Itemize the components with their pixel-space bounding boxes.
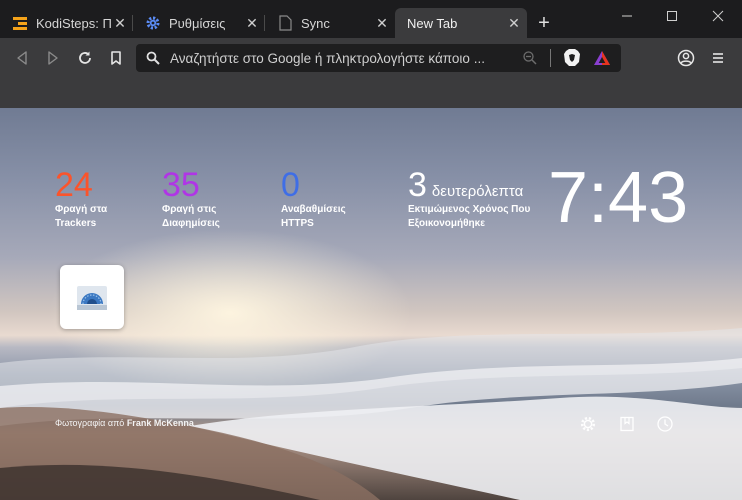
- close-window-icon[interactable]: [703, 6, 733, 26]
- tab-title: KodiSteps: Πώ: [36, 15, 111, 31]
- search-icon: [146, 51, 160, 65]
- trackers-label-line1: Φραγή στα: [55, 204, 108, 215]
- tab-title: Ρυθμίσεις: [169, 15, 226, 31]
- photo-credit-author: Frank McKenna: [126, 418, 194, 428]
- bookmarks-bar: [0, 78, 742, 108]
- reload-button[interactable]: [75, 48, 95, 68]
- ads-label-line2: Διαφημίσεις: [162, 218, 220, 229]
- time-saved-unit: δευτερόλεπτα: [431, 183, 524, 200]
- tab-kodisteps[interactable]: KodiSteps: Πώ ✕: [0, 8, 133, 38]
- browser-window: KodiSteps: Πώ ✕ Ρυθμίσεις ✕ Sync ✕ New T…: [0, 0, 742, 500]
- bookmarks-icon[interactable]: [617, 414, 637, 434]
- close-tab-icon[interactable]: ✕: [505, 14, 523, 32]
- brave-shields-icon[interactable]: [563, 48, 581, 68]
- ads-count: 35: [162, 166, 200, 204]
- https-label-line1: Αναβαθμίσεις: [281, 204, 346, 215]
- kodisteps-logo-icon: [12, 15, 28, 31]
- time-saved-label-line1: Εκτιμώμενος Χρόνος Που: [408, 204, 531, 215]
- trackers-blocked-stat: 24 Φραγή στα Trackers: [55, 168, 107, 230]
- settings-gear-icon: [145, 15, 161, 31]
- close-tab-icon[interactable]: ✕: [373, 14, 391, 32]
- time-saved-value: 3: [408, 166, 427, 204]
- trackers-label-line2: Trackers: [55, 218, 97, 229]
- minimize-icon[interactable]: [612, 6, 642, 26]
- settings-gear-icon[interactable]: [578, 414, 598, 434]
- tab-new-tab[interactable]: New Tab ✕: [395, 8, 527, 38]
- document-icon: [277, 15, 293, 31]
- tab-title: New Tab: [407, 15, 458, 31]
- clock: 7:43: [548, 158, 689, 238]
- address-bar[interactable]: [136, 44, 621, 72]
- https-label-line2: HTTPS: [281, 218, 314, 229]
- toolbar: [0, 38, 742, 78]
- https-count: 0: [281, 166, 300, 204]
- divider: [550, 49, 551, 67]
- ads-blocked-stat: 35 Φραγή στις Διαφημίσεις: [162, 168, 220, 230]
- search-input[interactable]: [170, 50, 516, 66]
- profile-icon[interactable]: [676, 48, 696, 68]
- tab-settings[interactable]: Ρυθμίσεις ✕: [133, 8, 265, 38]
- forward-button[interactable]: [43, 48, 63, 68]
- maximize-icon[interactable]: [657, 6, 687, 26]
- photo-credit-prefix: Φωτογραφία από: [55, 418, 125, 428]
- close-tab-icon[interactable]: ✕: [111, 14, 129, 32]
- menu-icon[interactable]: [708, 48, 728, 68]
- close-tab-icon[interactable]: ✕: [243, 14, 261, 32]
- new-tab-button[interactable]: +: [533, 12, 555, 34]
- tab-title: Sync: [301, 15, 330, 31]
- tab-strip: KodiSteps: Πώ ✕ Ρυθμίσεις ✕ Sync ✕ New T…: [0, 0, 742, 38]
- trackers-count: 24: [55, 166, 93, 204]
- time-saved-label-line2: Εξοικονομήθηκε: [408, 218, 485, 229]
- time-saved-stat: 3 δευτερόλεπτα Εκτιμώμενος Χρόνος Που Εξ…: [408, 168, 530, 230]
- photo-credit[interactable]: Φωτογραφία από Frank McKenna: [55, 418, 194, 428]
- zoom-out-icon[interactable]: [522, 50, 538, 66]
- history-icon[interactable]: [655, 414, 675, 434]
- bookmark-button[interactable]: [106, 48, 126, 68]
- site-favicon-icon: [77, 286, 107, 310]
- tab-sync[interactable]: Sync ✕: [265, 8, 395, 38]
- ads-label-line1: Φραγή στις: [162, 204, 217, 215]
- new-tab-page: 24 Φραγή στα Trackers 35 Φραγή στις Διαφ…: [0, 108, 742, 500]
- top-site-tile[interactable]: [60, 265, 124, 329]
- https-upgrades-stat: 0 Αναβαθμίσεις HTTPS: [281, 168, 346, 230]
- back-button[interactable]: [12, 48, 32, 68]
- brave-rewards-icon[interactable]: [593, 50, 611, 66]
